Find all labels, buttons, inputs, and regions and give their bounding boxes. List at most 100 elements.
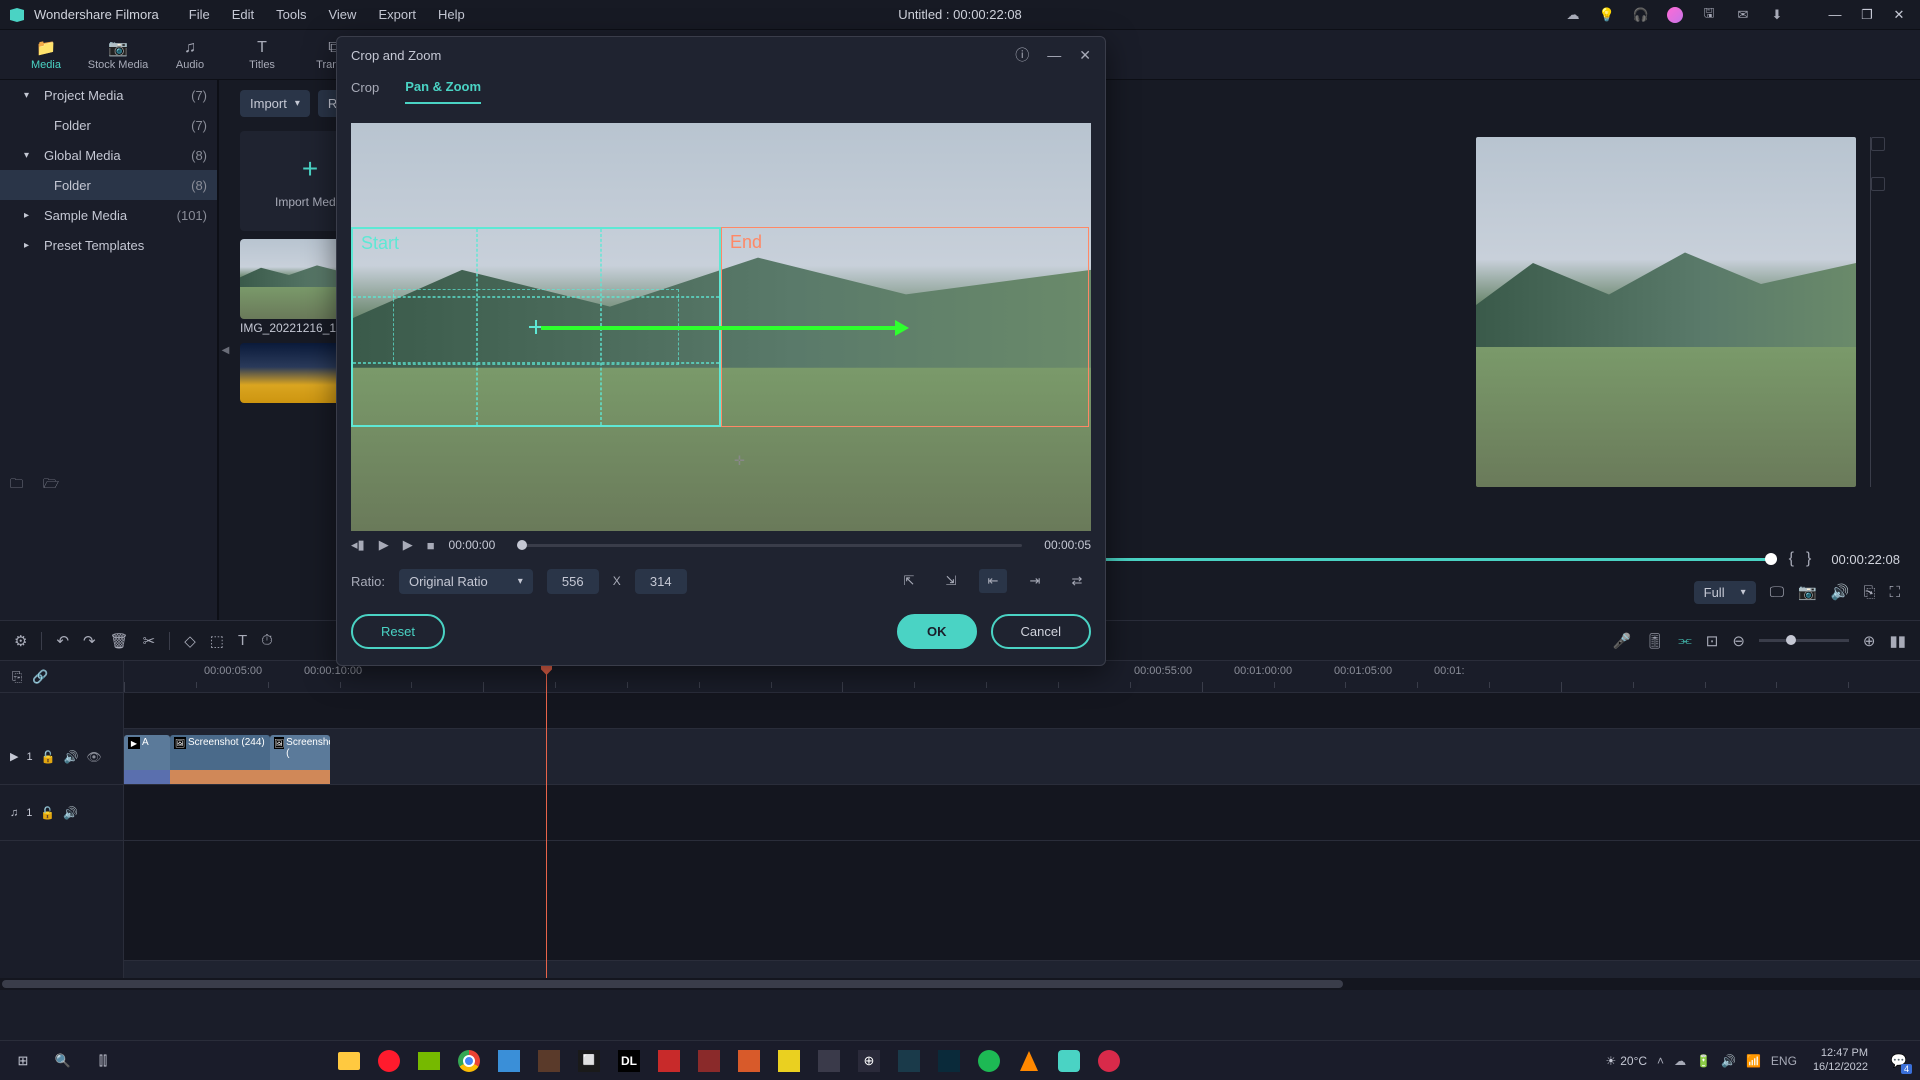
reset-button[interactable]: Reset xyxy=(351,614,445,649)
mail-icon[interactable]: ✉ xyxy=(1734,6,1752,24)
app-icon-13[interactable] xyxy=(1092,1045,1126,1077)
tray-language-icon[interactable]: ENG xyxy=(1771,1054,1797,1068)
swap-preset-icon[interactable]: ⇄ xyxy=(1063,569,1091,593)
tree-project-media[interactable]: ▾Project Media(7) xyxy=(0,80,217,110)
dialog-preview[interactable]: End Start ✛ xyxy=(351,123,1091,531)
zoom-out-icon[interactable]: ⊖ xyxy=(1732,632,1745,650)
preview-frame[interactable] xyxy=(1476,137,1856,487)
tree-global-media[interactable]: ▾Global Media(8) xyxy=(0,140,217,170)
tab-titles[interactable]: TTitles xyxy=(226,30,298,80)
step-back-icon[interactable]: ◂▮ xyxy=(351,537,365,553)
marker-icon[interactable]: ◇ xyxy=(184,632,196,650)
save-icon[interactable]: 🖫 xyxy=(1700,6,1718,24)
redo-icon[interactable]: ↷ xyxy=(83,632,96,650)
timeline-content[interactable]: 00:00:05:00 00:00:10:00 00:00:55:00 00:0… xyxy=(124,661,1920,978)
tab-stock-media[interactable]: 📷Stock Media xyxy=(82,30,154,80)
import-button[interactable]: Import▾ xyxy=(240,90,310,117)
new-folder-icon[interactable]: 🗀 xyxy=(10,475,23,497)
ratio-select[interactable]: Original Ratio▾ xyxy=(399,569,533,594)
scrubber-thumb[interactable] xyxy=(517,540,527,550)
preview-zoom-select[interactable]: Full▾ xyxy=(1694,581,1756,604)
download-icon[interactable]: ⬇ xyxy=(1768,6,1786,24)
ok-button[interactable]: OK xyxy=(897,614,977,649)
search-button[interactable]: 🔍 xyxy=(46,1045,80,1077)
timeline-settings-icon[interactable]: ⚙ xyxy=(14,632,27,650)
volume-icon[interactable]: 🔊 xyxy=(1831,583,1850,601)
tree-preset-templates[interactable]: ▸Preset Templates xyxy=(0,230,217,260)
tree-sample-media[interactable]: ▸Sample Media(101) xyxy=(0,200,217,230)
notification-button[interactable]: 💬4 xyxy=(1884,1046,1914,1076)
playhead[interactable] xyxy=(546,661,547,978)
zoom-in-preset-icon[interactable]: ⇱ xyxy=(895,569,923,593)
tab-media[interactable]: 📁Media xyxy=(10,30,82,80)
height-input[interactable]: 314 xyxy=(635,569,687,594)
app-icon-6[interactable] xyxy=(692,1045,726,1077)
collapse-left-icon[interactable]: ◀ xyxy=(222,345,230,356)
tray-wifi-icon[interactable]: 📶 xyxy=(1746,1054,1761,1068)
link-icon[interactable]: 🔗 xyxy=(32,669,48,685)
pan-right-preset-icon[interactable]: ⇥ xyxy=(1021,569,1049,593)
app-icon-9[interactable] xyxy=(812,1045,846,1077)
task-view-button[interactable]: ⫿⫿ xyxy=(86,1045,120,1077)
menu-export[interactable]: Export xyxy=(378,7,416,22)
snapshot-icon[interactable]: 📷 xyxy=(1798,583,1817,601)
timeline-scrollbar[interactable] xyxy=(0,978,1920,990)
menu-tools[interactable]: Tools xyxy=(276,7,306,22)
vlc-icon[interactable] xyxy=(1012,1045,1046,1077)
play-icon[interactable]: ▶ xyxy=(379,537,389,553)
export-frame-icon[interactable]: ⎘ xyxy=(1863,584,1875,601)
zoom-in-icon[interactable]: ⊕ xyxy=(1863,632,1876,650)
delete-icon[interactable]: 🗑 xyxy=(110,632,129,650)
undo-icon[interactable]: ↶ xyxy=(56,632,69,650)
visibility-icon[interactable]: 👁 xyxy=(87,750,102,764)
tree-folder-selected[interactable]: Folder(8) xyxy=(0,170,217,200)
cancel-button[interactable]: Cancel xyxy=(991,614,1091,649)
chrome-icon[interactable] xyxy=(452,1045,486,1077)
tray-cloud-icon[interactable]: ☁ xyxy=(1674,1054,1686,1068)
timeline-view-icon[interactable]: ▮▮ xyxy=(1889,632,1906,650)
fullscreen-icon[interactable]: ⛶ xyxy=(1889,584,1900,601)
display-icon[interactable]: 🖵 xyxy=(1770,584,1784,601)
zoom-out-preset-icon[interactable]: ⇲ xyxy=(937,569,965,593)
tab-crop[interactable]: Crop xyxy=(351,80,379,103)
minimize-button[interactable]: — xyxy=(1822,5,1848,25)
text-icon[interactable]: T xyxy=(238,632,247,649)
maximize-button[interactable]: ❐ xyxy=(1854,5,1880,25)
stop-icon[interactable]: ■ xyxy=(427,538,435,553)
app-icon-3[interactable]: ⬜ xyxy=(572,1045,606,1077)
magnet-icon[interactable]: ⫘ xyxy=(1678,632,1692,649)
scrubber-thumb[interactable] xyxy=(1765,553,1777,565)
explorer-icon[interactable] xyxy=(332,1045,366,1077)
close-button[interactable]: ✕ xyxy=(1886,5,1912,25)
zoom-thumb[interactable] xyxy=(1786,635,1796,645)
app-icon-5[interactable] xyxy=(652,1045,686,1077)
lock-icon[interactable]: 🔓 xyxy=(41,750,56,764)
close-icon[interactable]: ✕ xyxy=(1079,47,1091,64)
audio-track-header[interactable]: ♫ 1 🔓 🔊 xyxy=(0,785,123,841)
share-icon[interactable]: ⎘ xyxy=(12,669,22,685)
tray-chevron-icon[interactable]: ˄ xyxy=(1657,1054,1664,1068)
tab-pan-zoom[interactable]: Pan & Zoom xyxy=(405,79,481,104)
mute-icon[interactable]: 🔊 xyxy=(64,750,79,764)
width-input[interactable]: 556 xyxy=(547,569,599,594)
video-track[interactable]: ▶A 🖼Screenshot (244) 🖼Screenshot ( xyxy=(124,729,1920,785)
video-track-header[interactable]: ▶ 1 🔓 🔊 👁 xyxy=(0,729,123,785)
tray-volume-icon[interactable]: 🔊 xyxy=(1721,1054,1736,1068)
app-icon-11[interactable] xyxy=(892,1045,926,1077)
cloud-icon[interactable]: ☁ xyxy=(1564,6,1582,24)
app-icon-10[interactable]: ⊕ xyxy=(852,1045,886,1077)
audio-track[interactable] xyxy=(124,785,1920,841)
split-icon[interactable]: ✂ xyxy=(143,632,156,650)
menu-help[interactable]: Help xyxy=(438,7,465,22)
lightbulb-icon[interactable]: 💡 xyxy=(1598,6,1616,24)
lock-icon[interactable]: 🔓 xyxy=(40,806,55,820)
start-button[interactable]: ⊞ xyxy=(6,1045,40,1077)
taskbar-clock[interactable]: 12:47 PM 16/12/2022 xyxy=(1813,1047,1868,1073)
app-icon-2[interactable] xyxy=(532,1045,566,1077)
mic-icon[interactable]: 🎤 xyxy=(1613,632,1632,650)
app-icon-7[interactable] xyxy=(732,1045,766,1077)
speed-icon[interactable]: ⏱ xyxy=(261,632,273,649)
tree-folder[interactable]: Folder(7) xyxy=(0,110,217,140)
mark-in-icon[interactable]: { xyxy=(1789,550,1794,568)
play-icon-2[interactable]: ▶ xyxy=(403,537,413,553)
